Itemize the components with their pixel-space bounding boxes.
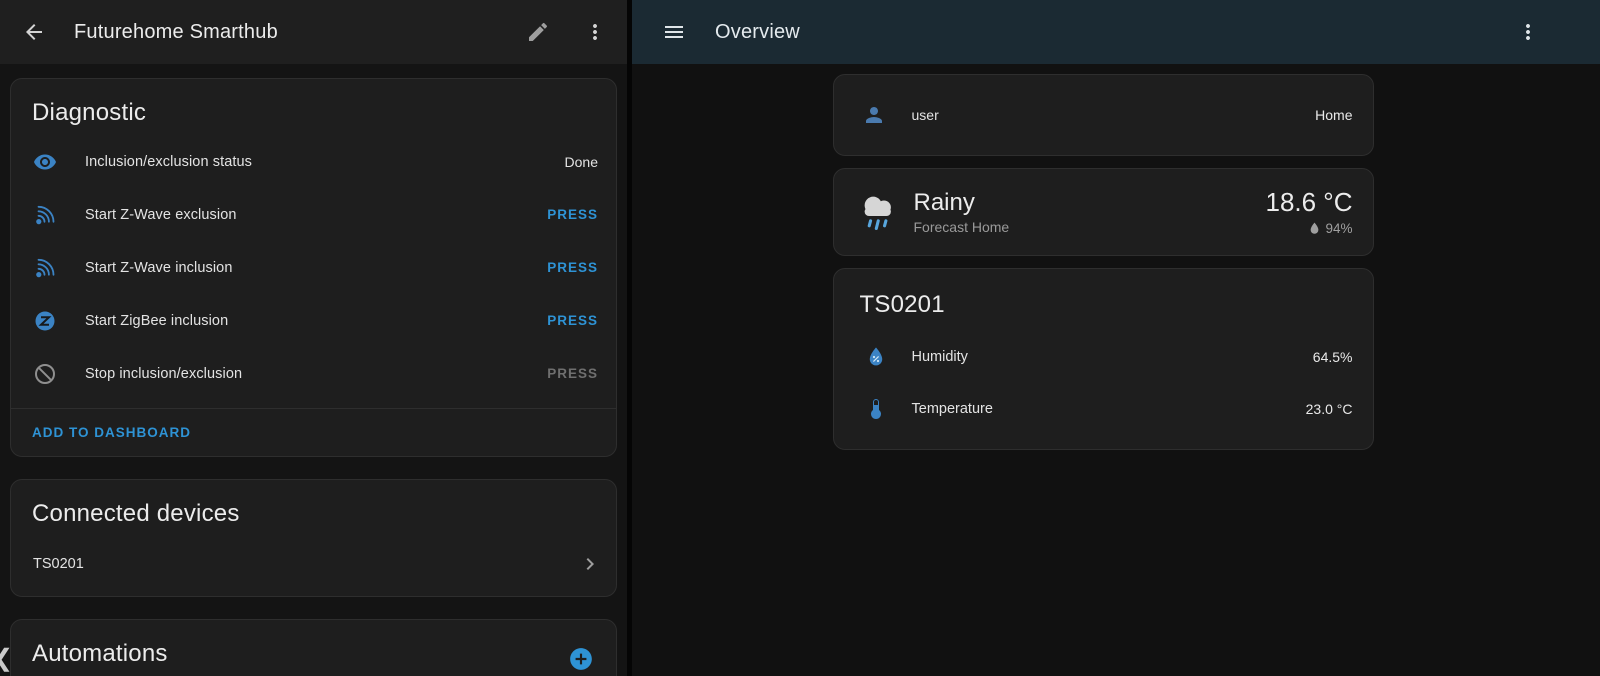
- weather-humidity: 94%: [1265, 221, 1352, 236]
- left-app-bar: Futurehome Smarthub: [0, 0, 627, 64]
- person-state: Home: [1315, 107, 1352, 123]
- device-card-title: TS0201: [834, 269, 1373, 331]
- press-button[interactable]: PRESS: [547, 207, 598, 222]
- person-name: user: [912, 107, 1316, 123]
- row-label: Start Z-Wave inclusion: [85, 260, 547, 276]
- zwave-icon: [33, 203, 57, 227]
- pencil-icon: [526, 20, 550, 44]
- humidity-row[interactable]: Humidity 64.5%: [834, 331, 1373, 383]
- left-menu-button[interactable]: [581, 18, 609, 46]
- overview-title: Overview: [715, 21, 800, 44]
- sidebar-menu-button[interactable]: [660, 18, 688, 46]
- row-label: Start ZigBee inclusion: [85, 313, 547, 329]
- weather-state: Rainy: [914, 189, 1266, 217]
- connected-devices-card: Connected devices TS0201: [10, 479, 617, 597]
- thermometer-icon: [864, 397, 888, 421]
- press-button[interactable]: PRESS: [547, 260, 598, 275]
- left-scroll-area[interactable]: Diagnostic Inclusion/exclusion status Do…: [0, 64, 627, 676]
- cancel-icon: [33, 362, 57, 386]
- account-icon: [862, 103, 886, 127]
- row-inclusion-status: Inclusion/exclusion status Done: [11, 135, 616, 188]
- eye-icon: [33, 150, 57, 174]
- device-detail-pane: Futurehome Smarthub Diagnostic Inclusion…: [0, 0, 632, 676]
- arrow-back-icon: [22, 20, 46, 44]
- row-label: Inclusion/exclusion status: [85, 154, 565, 170]
- weather-pouring-icon: [856, 189, 902, 235]
- connected-device-row[interactable]: TS0201: [11, 536, 616, 596]
- temperature-row[interactable]: Temperature 23.0 °C: [834, 383, 1373, 435]
- sensor-value: 64.5%: [1313, 349, 1353, 365]
- overview-pane: Overview user Home: [632, 0, 1600, 676]
- row-zwave-exclusion: Start Z-Wave exclusion PRESS: [11, 188, 616, 241]
- automations-card: Automations: [10, 619, 617, 676]
- status-value: Done: [565, 154, 598, 170]
- row-label: Start Z-Wave exclusion: [85, 207, 547, 223]
- weather-card[interactable]: Rainy Forecast Home 18.6 °C 94%: [833, 168, 1374, 256]
- menu-icon: [662, 20, 686, 44]
- zigbee-icon: [33, 309, 57, 333]
- device-sensors-card: TS0201 Humidity 64.5%: [833, 268, 1374, 450]
- zwave-icon: [33, 256, 57, 280]
- overview-menu-button[interactable]: [1514, 18, 1542, 46]
- row-zwave-inclusion: Start Z-Wave inclusion PRESS: [11, 241, 616, 294]
- press-button[interactable]: PRESS: [547, 313, 598, 328]
- connected-devices-title: Connected devices: [11, 480, 616, 536]
- diagnostic-card: Diagnostic Inclusion/exclusion status Do…: [10, 78, 617, 457]
- row-label: Stop inclusion/exclusion: [85, 366, 547, 382]
- weather-subtitle: Forecast Home: [914, 219, 1266, 235]
- sensor-value: 23.0 °C: [1306, 401, 1353, 417]
- row-zigbee-inclusion: Start ZigBee inclusion PRESS: [11, 294, 616, 347]
- person-entity-card[interactable]: user Home: [833, 74, 1374, 156]
- automations-title: Automations: [32, 640, 168, 668]
- back-button[interactable]: [20, 18, 48, 46]
- diagnostic-card-title: Diagnostic: [11, 79, 616, 135]
- press-button-disabled: PRESS: [547, 366, 598, 381]
- overview-content[interactable]: user Home: [632, 64, 1600, 676]
- dots-vertical-icon: [1516, 20, 1540, 44]
- right-app-bar: Overview: [632, 0, 1600, 64]
- weather-humidity-value: 94%: [1325, 221, 1352, 236]
- app-window: Futurehome Smarthub Diagnostic Inclusion…: [0, 0, 1600, 676]
- dots-vertical-icon: [583, 20, 607, 44]
- add-automation-button[interactable]: [568, 646, 594, 672]
- page-title: Futurehome Smarthub: [74, 21, 278, 44]
- plus-circle-icon: [568, 646, 594, 672]
- add-to-dashboard-button[interactable]: ADD TO DASHBOARD: [11, 409, 616, 456]
- edit-button[interactable]: [524, 18, 552, 46]
- water-percent-icon: [1307, 221, 1322, 236]
- humidity-icon: [864, 345, 888, 369]
- row-stop-inclusion: Stop inclusion/exclusion PRESS: [11, 347, 616, 400]
- sensor-label: Humidity: [912, 349, 1313, 365]
- sensor-label: Temperature: [912, 401, 1306, 417]
- device-name: TS0201: [33, 556, 578, 572]
- chevron-right-icon: [578, 552, 602, 576]
- weather-temperature: 18.6 °C: [1265, 188, 1352, 217]
